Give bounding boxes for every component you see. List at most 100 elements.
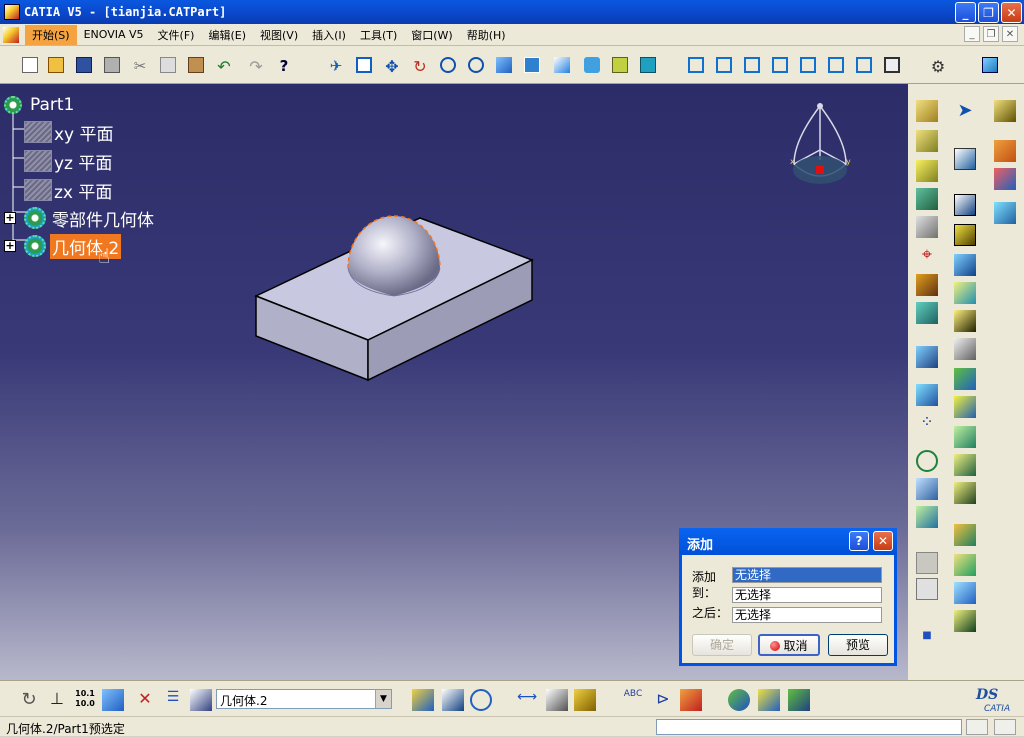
assemble-body-icon[interactable] [954,426,976,448]
shaft-icon[interactable] [916,160,938,182]
chamfer-icon[interactable] [954,224,976,246]
select-arrow-icon[interactable]: ➤ [954,100,976,122]
command-input[interactable] [656,719,962,735]
pocket-icon[interactable] [916,130,938,152]
thread-icon[interactable] [954,310,976,332]
powercopy-icon[interactable] [788,689,810,711]
add-icon[interactable] [954,396,976,418]
measure-inertia-icon[interactable] [574,689,596,711]
stiffener-icon[interactable] [916,216,938,238]
analysis-icon[interactable] [994,168,1016,190]
grid-snap-icon[interactable]: 10.1 10.0 [74,689,96,711]
compass-widget[interactable]: x y [786,100,856,196]
add-field[interactable]: 无选择 [732,567,882,583]
pad-icon[interactable] [916,100,938,122]
menu-view[interactable]: 视图(V) [253,25,305,45]
split-surface-icon[interactable] [954,524,976,546]
expand-icon[interactable]: + [4,212,16,224]
zoom-out-icon[interactable] [466,55,486,75]
tree-item-part[interactable]: Part1 [4,93,76,117]
bottom-view-icon[interactable] [854,55,874,75]
close-surface-icon[interactable] [954,582,976,604]
close-button[interactable]: ✕ [1001,2,1022,23]
constraint-icon[interactable] [994,140,1016,162]
fly-mode-icon[interactable]: ✈ [326,55,346,75]
law-icon[interactable] [442,689,464,711]
remove-face-icon[interactable] [954,338,976,360]
part-3d-model[interactable] [240,204,550,404]
fit-all-icon[interactable] [354,55,374,75]
tools-icon[interactable] [994,100,1016,122]
pattern-icon[interactable]: ⁘ [916,412,938,434]
catia-app-icon[interactable] [4,4,20,20]
shell-icon[interactable] [954,282,976,304]
redo-icon[interactable]: ↷ [246,55,266,76]
rotate-icon[interactable]: ↻ [410,55,430,76]
menu-insert[interactable]: 插入(I) [305,25,353,45]
copy-icon[interactable] [158,55,178,75]
new-icon[interactable] [20,55,40,75]
menu-enovia[interactable]: ENOVIA V5 [77,26,151,43]
tree-item-xy-plane[interactable]: xy 平面 [24,120,116,145]
list-icon[interactable]: ☰ [162,689,184,711]
dialog-close-button[interactable]: ✕ [873,531,893,551]
menu-edit[interactable]: 编辑(E) [201,25,253,45]
measure-icon[interactable] [916,450,938,472]
right-view-icon[interactable] [798,55,818,75]
save-icon[interactable] [74,55,94,75]
sketch-icon[interactable] [954,148,976,170]
plane-system-icon[interactable] [102,689,124,711]
transform-icon[interactable] [916,346,938,368]
assemble-icon[interactable] [916,506,938,528]
chevron-down-icon[interactable]: ▼ [375,690,391,708]
table-icon[interactable] [916,578,938,600]
pan-icon[interactable]: ✥ [382,55,402,76]
menu-tools[interactable]: 工具(T) [353,25,404,45]
back-view-icon[interactable] [742,55,762,75]
body-insert-icon[interactable] [190,689,212,711]
paste-icon[interactable] [186,55,206,75]
catalog-browser-icon[interactable] [728,689,750,711]
remove-lump-icon[interactable] [954,482,976,504]
multi-view-icon[interactable] [522,55,542,75]
expand-icon[interactable]: + [4,240,16,252]
instantiate-icon[interactable] [758,689,780,711]
current-body-combo[interactable]: 几何体.2 ▼ [216,689,392,709]
menu-file[interactable]: 文件(F) [151,25,202,45]
mdi-restore-button[interactable]: ❐ [983,26,999,42]
quick-view-icon[interactable] [552,55,572,75]
normal-view-icon[interactable] [494,55,514,75]
status-restore-icon[interactable] [966,719,988,735]
thick-surface-icon[interactable] [954,554,976,576]
flag-note-icon[interactable]: ⊳ [652,689,674,711]
zoom-in-icon[interactable] [438,55,458,75]
preview-button[interactable]: 预览 [828,634,888,656]
open-icon[interactable] [46,55,66,75]
split-icon[interactable] [916,302,938,324]
workbench-icon[interactable] [980,55,1000,75]
measure-item-icon[interactable] [546,689,568,711]
update-icon[interactable]: ↻ [18,689,40,711]
after-field[interactable]: 无选择 [732,607,882,623]
apply-material-icon[interactable] [680,689,702,711]
measure-between-icon[interactable]: ⟷ [516,689,538,711]
target-icon[interactable]: ⌖ [916,244,938,266]
menu-start[interactable]: 开始(S) [25,24,77,45]
hole-icon[interactable]: ✕ [134,689,156,711]
front-view-icon[interactable] [714,55,734,75]
to-field[interactable]: 无选择 [732,587,882,603]
shading-icon[interactable] [582,55,602,75]
axis-system-icon[interactable]: ⊥ [46,689,68,711]
axis-icon[interactable] [994,202,1016,224]
swap-space-icon[interactable] [638,55,658,75]
intersect-icon[interactable] [954,454,976,476]
maximize-button[interactable]: ❐ [978,2,999,23]
annotation-icon[interactable]: ABC [622,689,644,711]
small-dot-icon[interactable]: ■ [916,630,938,652]
whats-this-icon[interactable]: ? [274,55,294,75]
cut-icon[interactable]: ✂ [130,55,150,75]
scale-icon[interactable] [916,478,938,500]
knowledge-icon[interactable] [470,689,492,711]
formula-icon[interactable] [412,689,434,711]
left-view-icon[interactable] [770,55,790,75]
